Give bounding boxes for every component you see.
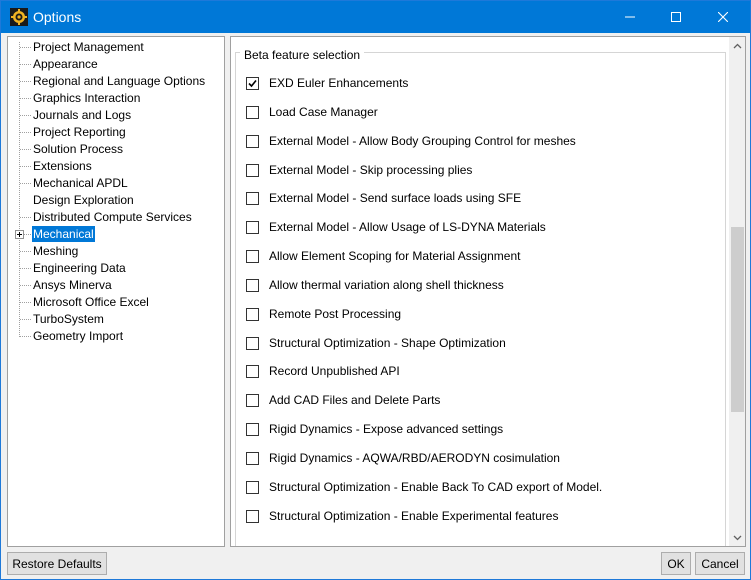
checkbox[interactable] — [246, 278, 259, 292]
tree-item-office-excel[interactable]: Microsoft Office Excel — [32, 294, 150, 310]
beta-feature-row[interactable]: Structural Optimization - Shape Optimiza… — [246, 334, 506, 352]
beta-features-group-label: Beta feature selection — [240, 47, 365, 63]
tree-item-design-exploration[interactable]: Design Exploration — [32, 192, 135, 208]
beta-feature-row[interactable]: Add CAD Files and Delete Parts — [246, 391, 440, 409]
options-tree[interactable]: Project Management Appearance Regional a… — [7, 36, 225, 547]
beta-feature-label: Add CAD Files and Delete Parts — [269, 393, 441, 407]
beta-feature-label: EXD Euler Enhancements — [269, 76, 409, 90]
minimize-icon — [625, 16, 635, 18]
chevron-down-icon — [733, 535, 742, 540]
checkbox[interactable] — [246, 422, 259, 436]
beta-feature-row[interactable]: External Model - Allow Body Grouping Con… — [246, 132, 576, 150]
chevron-up-icon — [733, 43, 742, 48]
beta-feature-label: External Model - Allow Body Grouping Con… — [269, 134, 576, 148]
beta-feature-row[interactable]: Allow Element Scoping for Material Assig… — [246, 247, 520, 265]
beta-feature-label: Allow thermal variation along shell thic… — [269, 278, 504, 292]
tree-item-meshing[interactable]: Meshing — [32, 243, 79, 259]
mechanical-options-panel: Beta feature selection EXD Euler Enhance… — [230, 36, 746, 547]
beta-feature-label: Allow Element Scoping for Material Assig… — [269, 249, 521, 263]
beta-feature-row[interactable]: EXD Euler Enhancements — [246, 74, 408, 92]
tree-item-project-reporting[interactable]: Project Reporting — [32, 124, 127, 140]
tree-item-journals-logs[interactable]: Journals and Logs — [32, 107, 132, 123]
tree-item-distributed-compute[interactable]: Distributed Compute Services — [32, 209, 193, 225]
scroll-up-button[interactable] — [729, 37, 745, 54]
ok-button[interactable]: OK — [661, 552, 691, 575]
checkbox[interactable] — [246, 393, 259, 407]
beta-feature-row[interactable]: External Model - Send surface loads usin… — [246, 189, 521, 207]
tree-item-solution-process[interactable]: Solution Process — [32, 141, 124, 157]
beta-feature-label: Load Case Manager — [269, 105, 378, 119]
tree-item-project-management[interactable]: Project Management — [32, 39, 145, 55]
beta-feature-row[interactable]: Structural Optimization - Enable Experim… — [246, 507, 558, 525]
beta-feature-label: External Model - Send surface loads usin… — [269, 191, 522, 205]
checkbox[interactable] — [246, 249, 259, 263]
beta-feature-row[interactable]: Rigid Dynamics - AQWA/RBD/AERODYN cosimu… — [246, 449, 560, 467]
options-dialog: Options Project Management Appearance Re… — [0, 0, 751, 580]
checkbox[interactable] — [246, 163, 259, 177]
scroll-down-button[interactable] — [729, 529, 745, 546]
tree-item-graphics-interaction[interactable]: Graphics Interaction — [32, 90, 141, 106]
window-title: Options — [33, 9, 82, 25]
beta-feature-row[interactable]: Structural Optimization - Enable Back To… — [246, 478, 602, 496]
checkbox[interactable] — [246, 134, 259, 148]
beta-feature-label: Record Unpublished API — [269, 364, 400, 378]
beta-feature-row[interactable]: Remote Post Processing — [246, 305, 401, 323]
beta-feature-row[interactable]: External Model - Allow Usage of LS-DYNA … — [246, 218, 546, 236]
checkmark-icon — [248, 79, 257, 87]
expand-icon[interactable] — [15, 230, 24, 239]
scrollbar-thumb[interactable] — [731, 227, 744, 412]
maximize-button[interactable] — [653, 1, 699, 33]
beta-feature-label: Rigid Dynamics - Expose advanced setting… — [269, 422, 504, 436]
tree-item-mechanical[interactable]: Mechanical — [32, 226, 95, 242]
tree-item-ansys-minerva[interactable]: Ansys Minerva — [32, 277, 113, 293]
tree-item-extensions[interactable]: Extensions — [32, 158, 93, 174]
checkbox[interactable] — [246, 105, 259, 119]
beta-feature-label: Rigid Dynamics - AQWA/RBD/AERODYN cosimu… — [269, 451, 560, 465]
beta-feature-label: Structural Optimization - Enable Back To… — [269, 480, 603, 494]
tree-item-appearance[interactable]: Appearance — [32, 56, 99, 72]
beta-feature-label: Remote Post Processing — [269, 307, 402, 321]
checkbox[interactable] — [246, 191, 259, 205]
tree-item-regional-language[interactable]: Regional and Language Options — [32, 73, 206, 89]
checkbox[interactable] — [246, 307, 259, 321]
ansys-gear-icon — [10, 8, 28, 26]
beta-feature-row[interactable]: Rigid Dynamics - Expose advanced setting… — [246, 420, 503, 438]
beta-feature-row[interactable]: Record Unpublished API — [246, 362, 400, 380]
checkbox[interactable] — [246, 480, 259, 494]
beta-feature-label: Structural Optimization - Shape Optimiza… — [269, 336, 506, 350]
beta-feature-row[interactable]: Load Case Manager — [246, 103, 378, 121]
minimize-button[interactable] — [607, 1, 653, 33]
tree-item-engineering-data[interactable]: Engineering Data — [32, 260, 127, 276]
vertical-scrollbar[interactable] — [729, 37, 745, 546]
tree-item-mechanical-apdl[interactable]: Mechanical APDL — [32, 175, 129, 191]
checkbox[interactable] — [246, 76, 259, 90]
maximize-icon — [671, 12, 681, 22]
beta-feature-label: External Model - Skip processing plies — [269, 163, 473, 177]
close-button[interactable] — [700, 1, 746, 33]
beta-feature-row[interactable]: External Model - Skip processing plies — [246, 161, 472, 179]
checkbox[interactable] — [246, 451, 259, 465]
beta-feature-label: External Model - Allow Usage of LS-DYNA … — [269, 220, 546, 234]
beta-feature-label: Structural Optimization - Enable Experim… — [269, 509, 559, 523]
cancel-button[interactable]: Cancel — [695, 552, 745, 575]
restore-defaults-button[interactable]: Restore Defaults — [7, 552, 107, 575]
tree-item-turbosystem[interactable]: TurboSystem — [32, 311, 105, 327]
title-bar[interactable]: Options — [1, 1, 750, 33]
beta-features-group — [235, 52, 726, 546]
checkbox[interactable] — [246, 336, 259, 350]
close-icon — [718, 12, 728, 22]
checkbox[interactable] — [246, 509, 259, 523]
beta-feature-row[interactable]: Allow thermal variation along shell thic… — [246, 276, 504, 294]
tree-item-geometry-import[interactable]: Geometry Import — [32, 328, 124, 344]
checkbox[interactable] — [246, 364, 259, 378]
checkbox[interactable] — [246, 220, 259, 234]
